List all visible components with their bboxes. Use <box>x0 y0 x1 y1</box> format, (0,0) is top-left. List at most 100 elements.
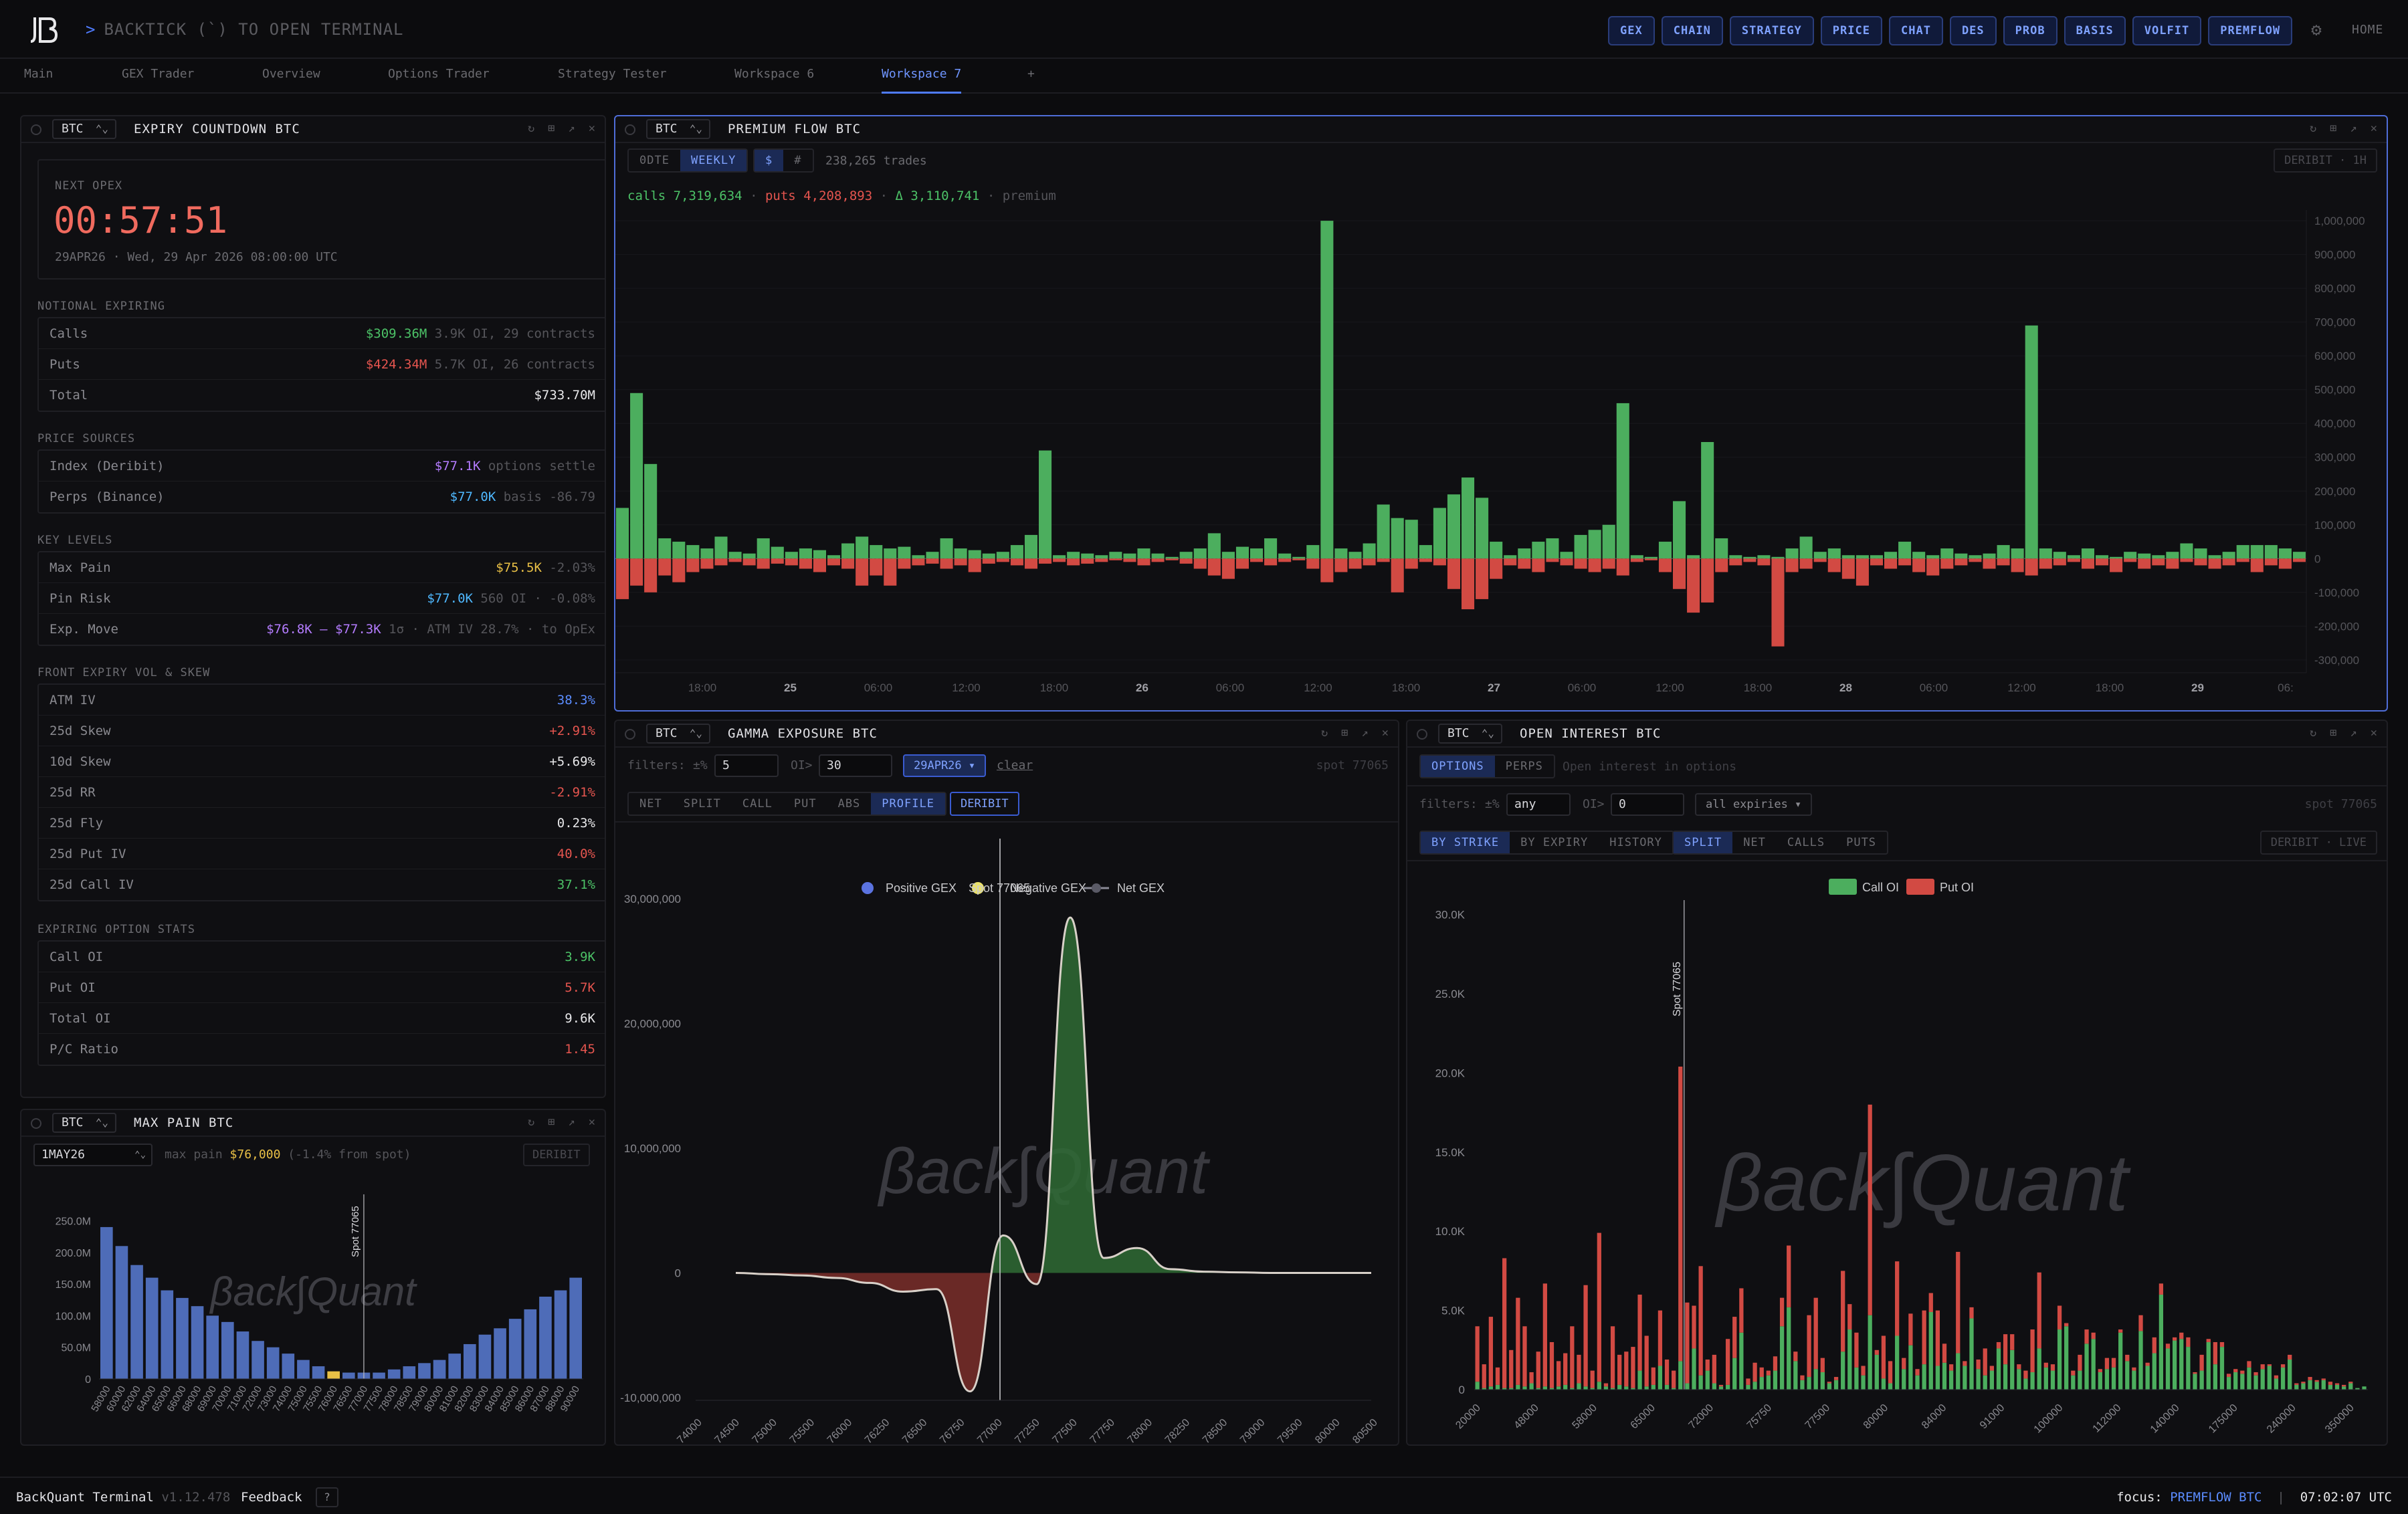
oi-view-by-strike-button[interactable]: BY STRIKE <box>1421 832 1510 853</box>
asset-select[interactable]: BTC ⌃⌄ <box>646 724 710 744</box>
refresh-icon[interactable]: ↻ <box>1321 726 1328 740</box>
quicknav-des-button[interactable]: DES <box>1949 16 1997 45</box>
gex-net-button[interactable]: NET <box>629 793 673 815</box>
call-bar <box>1320 221 1334 559</box>
clear-link[interactable]: clear <box>997 758 1033 772</box>
tab-gex-trader[interactable]: GEX Trader <box>122 67 194 94</box>
panel-drag-handle[interactable] <box>625 729 635 740</box>
panel-drag-handle[interactable] <box>625 124 635 135</box>
settings-icon[interactable]: ⊞ <box>1341 726 1348 740</box>
source-badge[interactable]: DERIBIT · 1H <box>2274 148 2377 173</box>
close-icon[interactable]: ✕ <box>2371 726 2377 740</box>
asset-select[interactable]: BTC ⌃⌄ <box>646 119 710 139</box>
gex-profile-button[interactable]: PROFILE <box>871 793 945 815</box>
refresh-icon[interactable]: ↻ <box>528 1115 534 1129</box>
gex-call-button[interactable]: CALL <box>732 793 783 815</box>
quicknav-gex-button[interactable]: GEX <box>1608 16 1655 45</box>
gex-split-button[interactable]: SPLIT <box>673 793 732 815</box>
tab-workspace-6[interactable]: Workspace 6 <box>734 67 814 94</box>
settings-icon[interactable]: ⊞ <box>548 1115 555 1129</box>
tab-strategy-tester[interactable]: Strategy Tester <box>558 67 667 94</box>
count-button[interactable]: # <box>783 150 812 171</box>
close-icon[interactable]: ✕ <box>589 122 595 135</box>
call-bar <box>1912 552 1926 559</box>
tab-options-trader[interactable]: Options Trader <box>388 67 490 94</box>
oi-input[interactable]: 0 <box>1611 793 1684 816</box>
weekly-button[interactable]: WEEKLY <box>680 150 747 171</box>
y-tick-label: 50.0M <box>62 1343 91 1354</box>
asset-select[interactable]: BTC ⌃⌄ <box>1438 724 1502 744</box>
quicknav-premflow-button[interactable]: PREMFLOW <box>2208 16 2293 45</box>
put-oi-bar <box>1956 1252 1961 1354</box>
settings-icon[interactable]: ⊞ <box>548 122 555 135</box>
oi-view-by-expiry-button[interactable]: BY EXPIRY <box>1510 832 1599 853</box>
x-tick-label: 29 <box>2191 681 2204 694</box>
quicknav-basis-button[interactable]: BASIS <box>2064 16 2126 45</box>
panel-drag-handle[interactable] <box>1417 729 1427 740</box>
expiry-select[interactable]: 1MAY26 ⌃⌄ <box>33 1144 153 1166</box>
call-bar <box>1137 548 1150 559</box>
panel-drag-handle[interactable] <box>31 1118 41 1129</box>
pct-input[interactable]: 5 <box>714 754 779 777</box>
call-bar <box>1165 556 1179 559</box>
close-icon[interactable]: ✕ <box>589 1115 595 1129</box>
quicknav-volfit-button[interactable]: VOLFIT <box>2132 16 2202 45</box>
close-icon[interactable]: ✕ <box>1382 726 1389 740</box>
terminal-hint[interactable]: > BACKTICK (`) TO OPEN TERMINAL <box>86 20 403 39</box>
call-oi-bar <box>2003 1364 2008 1390</box>
oi-mode-net-button[interactable]: NET <box>1732 832 1777 853</box>
put-oi-bar <box>1847 1304 1852 1330</box>
popout-icon[interactable]: ↗ <box>569 1115 575 1129</box>
feedback-link[interactable]: Feedback <box>241 1490 302 1505</box>
refresh-icon[interactable]: ↻ <box>528 122 534 135</box>
tab-workspace-7[interactable]: Workspace 7 <box>882 67 962 94</box>
call-bar <box>827 555 841 559</box>
panel-drag-handle[interactable] <box>31 124 41 135</box>
oi-mode-split-button[interactable]: SPLIT <box>1674 832 1733 853</box>
asset-select[interactable]: BTC ⌃⌄ <box>52 119 116 139</box>
call-oi-bar <box>2023 1378 2028 1390</box>
tab-main[interactable]: Main <box>24 67 53 94</box>
expiry-dropdown[interactable]: 29APR26 ▾ <box>903 754 987 777</box>
oi-mode-puts-button[interactable]: PUTS <box>1835 832 1887 853</box>
refresh-icon[interactable]: ↻ <box>2310 122 2316 135</box>
popout-icon[interactable]: ↗ <box>569 122 575 135</box>
quicknav-strategy-button[interactable]: STRATEGY <box>1729 16 1814 45</box>
popout-icon[interactable]: ↗ <box>1362 726 1369 740</box>
quicknav-prob-button[interactable]: PROB <box>2003 16 2058 45</box>
add-tab-button[interactable]: + <box>1027 67 1035 94</box>
options-tab[interactable]: OPTIONS <box>1421 756 1495 777</box>
gex-put-button[interactable]: PUT <box>783 793 827 815</box>
source-badge[interactable]: DERIBIT · LIVE <box>2260 831 2377 855</box>
perps-tab[interactable]: PERPS <box>1495 756 1554 777</box>
tab-overview[interactable]: Overview <box>262 67 320 94</box>
asset-select[interactable]: BTC ⌃⌄ <box>52 1113 116 1133</box>
put-bar <box>714 558 728 566</box>
row-label: 25d RR <box>49 785 96 800</box>
oi-view-history-button[interactable]: HISTORY <box>1599 832 1673 853</box>
quicknav-chat-button[interactable]: CHAT <box>1888 16 1943 45</box>
put-oi-bar <box>1759 1367 1764 1378</box>
oi-mode-calls-button[interactable]: CALLS <box>1777 832 1835 853</box>
popout-icon[interactable]: ↗ <box>2350 122 2357 135</box>
home-link[interactable]: HOME <box>2352 23 2383 37</box>
gex-abs-button[interactable]: ABS <box>827 793 872 815</box>
pct-input[interactable]: any <box>1506 793 1571 816</box>
gear-icon[interactable]: ⚙ <box>2305 19 2328 41</box>
backquant-logo[interactable] <box>29 15 58 44</box>
quicknav-chain-button[interactable]: CHAIN <box>1661 16 1723 45</box>
refresh-icon[interactable]: ↻ <box>2310 726 2316 740</box>
oi-input[interactable]: 30 <box>819 754 892 777</box>
deribit-button[interactable]: DERIBIT <box>950 792 1019 816</box>
expiry-dropdown[interactable]: all expiries ▾ <box>1695 793 1813 816</box>
popout-icon[interactable]: ↗ <box>2350 726 2357 740</box>
0dte-button[interactable]: 0DTE <box>629 150 680 171</box>
dollar-button[interactable]: $ <box>755 150 784 171</box>
settings-icon[interactable]: ⊞ <box>2330 122 2336 135</box>
close-icon[interactable]: ✕ <box>2371 122 2377 135</box>
legend-positive-gex: Positive GEX <box>886 881 957 895</box>
source-badge[interactable]: DERIBIT <box>523 1144 590 1166</box>
help-icon[interactable]: ? <box>316 1487 338 1507</box>
quicknav-price-button[interactable]: PRICE <box>1820 16 1882 45</box>
settings-icon[interactable]: ⊞ <box>2330 726 2336 740</box>
